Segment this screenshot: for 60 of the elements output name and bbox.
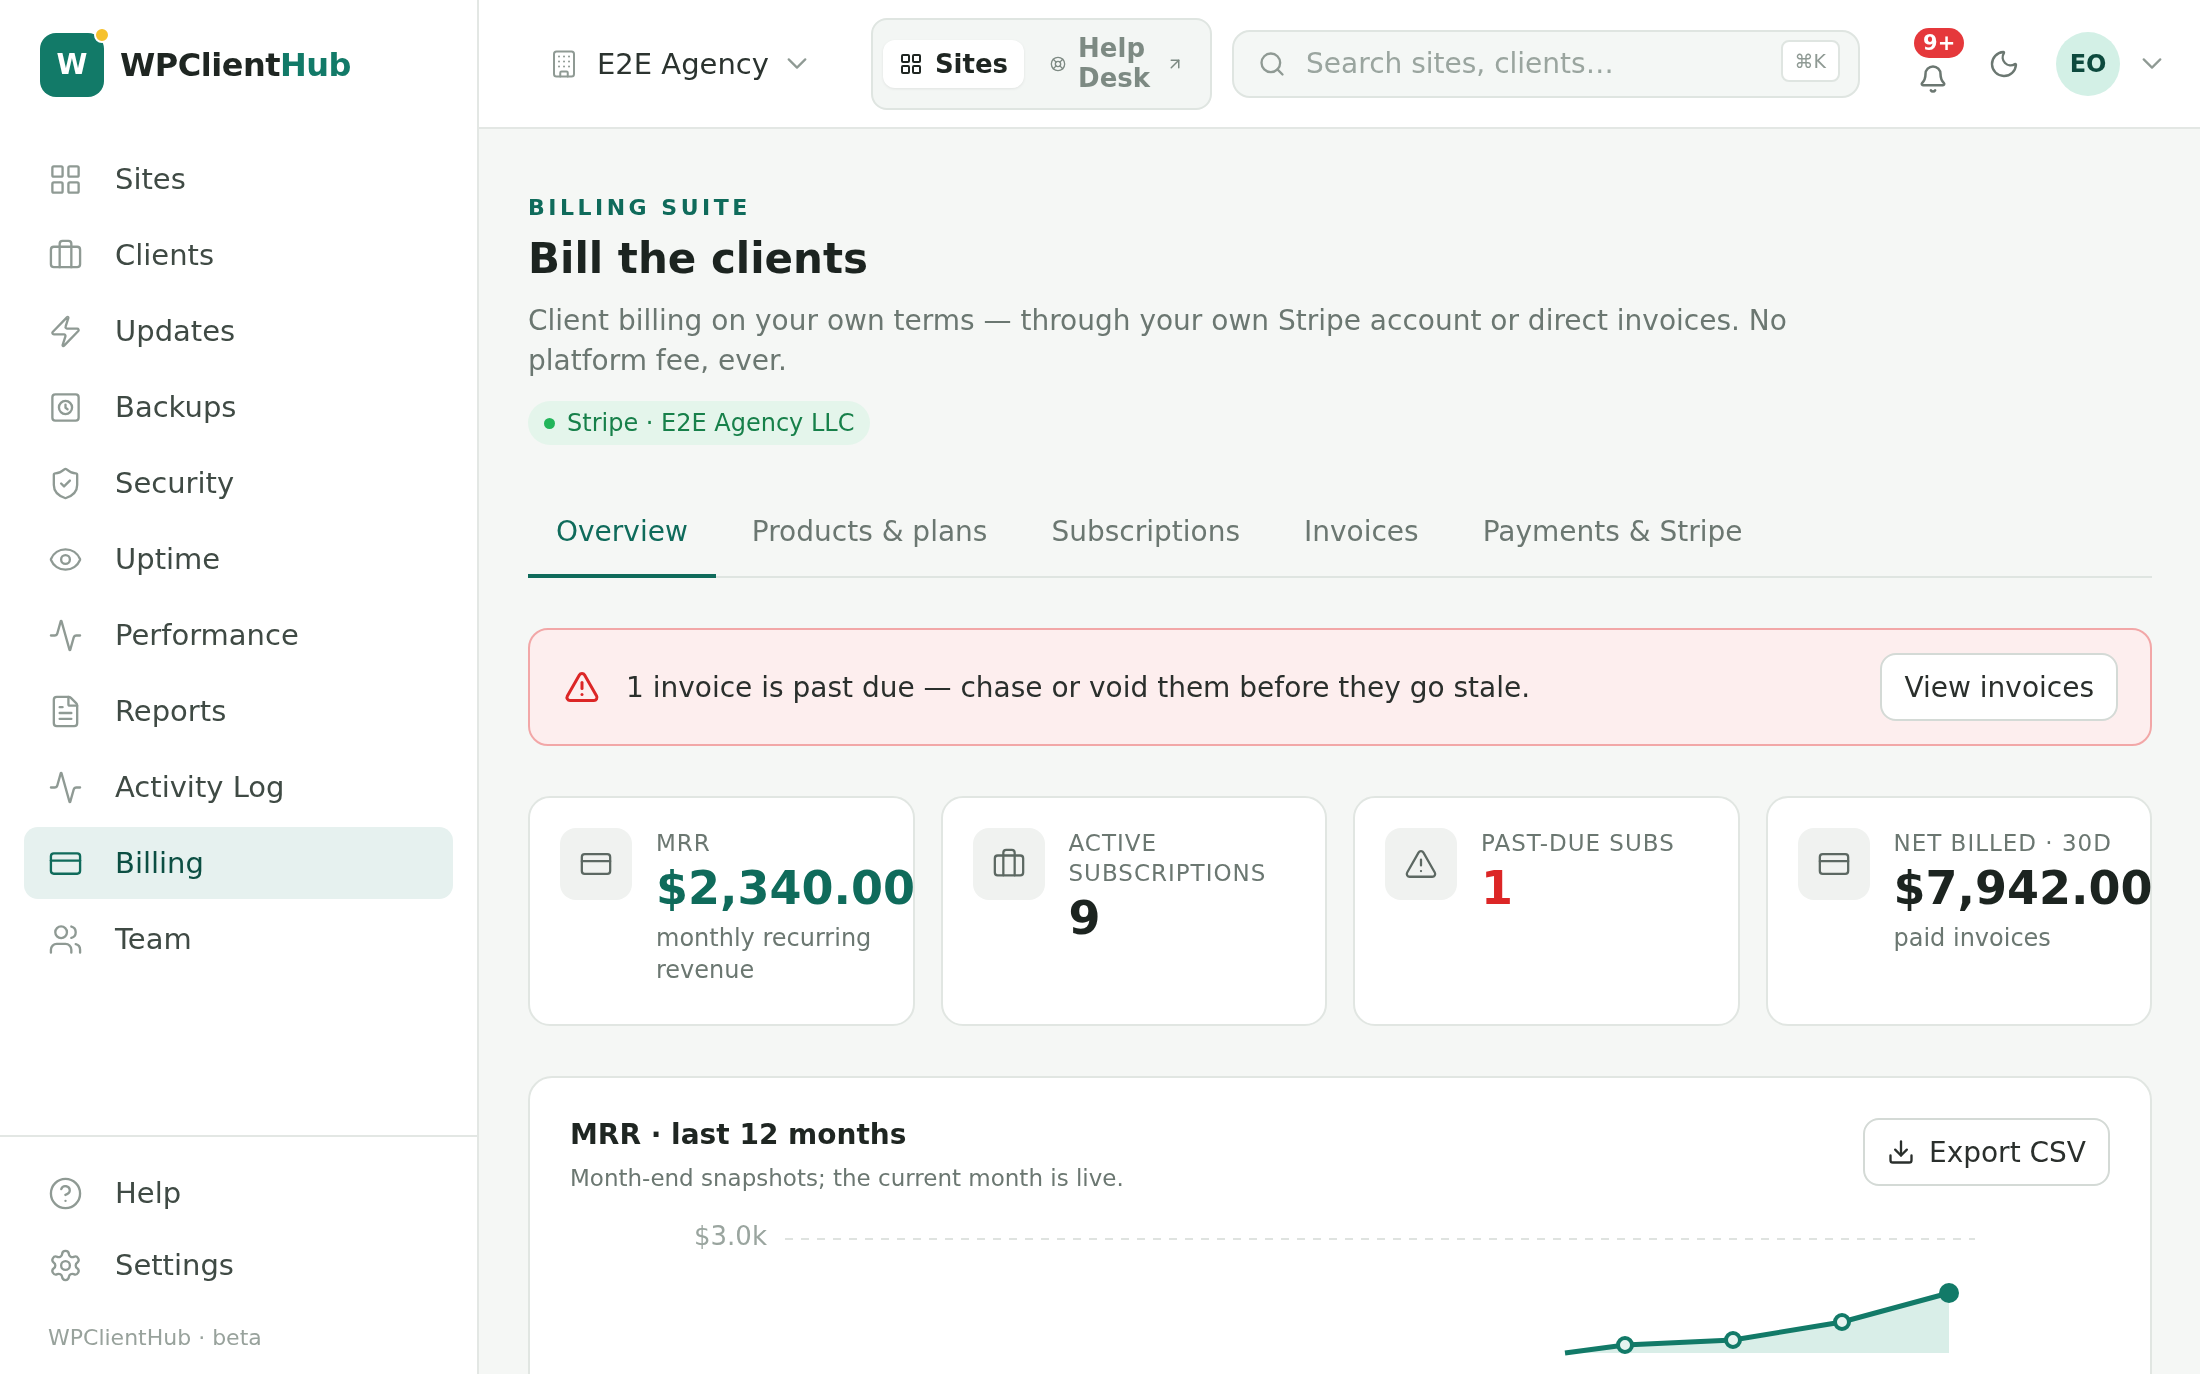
pulse-icon <box>48 617 83 653</box>
sidebar-item[interactable]: Activity Log <box>24 751 453 823</box>
stat-label: ACTIVE SUBSCRIPTIONS <box>1068 829 1268 888</box>
settings-icon <box>48 1247 83 1283</box>
warning-icon <box>1404 847 1438 881</box>
stat-label: PAST-DUE SUBS <box>1481 829 1675 858</box>
help-icon <box>48 1175 83 1211</box>
chart-subtitle: Month-end snapshots; the current month is live. <box>570 1165 1124 1191</box>
alert-message: 1 invoice is past due — chase or void them before they go stale. <box>626 670 1532 704</box>
tab[interactable]: Invoices <box>1276 515 1447 578</box>
status-pill: Stripe · E2E Agency LLC <box>528 401 871 445</box>
sidebar-item[interactable]: Team <box>24 903 453 975</box>
stat-note: paid invoices <box>1893 923 2052 954</box>
sidebar-item[interactable]: Uptime <box>24 523 453 595</box>
export-csv-button[interactable]: Export CSV <box>1862 1118 2110 1186</box>
brand-name: WPClientHub <box>120 45 351 84</box>
search-icon <box>1258 49 1287 78</box>
tab[interactable]: Overview <box>528 515 716 578</box>
chart-title: MRR · last 12 months <box>570 1118 908 1151</box>
chevron-icon <box>786 58 807 69</box>
sidebar-item[interactable]: Settings <box>24 1229 453 1301</box>
tab[interactable]: Subscriptions <box>1023 515 1268 578</box>
notification-dot <box>94 26 110 43</box>
stat-value: 9 <box>1068 890 1102 947</box>
stat-label: MRR <box>656 829 712 858</box>
lightning-icon <box>48 313 83 349</box>
user-avatar[interactable]: EO <box>2056 31 2121 96</box>
view-invoices-button[interactable]: View invoices <box>1880 653 2118 721</box>
version-note: WPClientHub · beta <box>47 1324 263 1350</box>
stat-value: 1 <box>1481 860 1514 917</box>
axis-label: $3.0k <box>694 1221 767 1251</box>
sidebar-item[interactable]: Backups <box>24 371 453 443</box>
stat-value: $7,942.00 <box>1893 860 2150 917</box>
sidebar-item[interactable]: Updates <box>24 295 453 367</box>
sidebar-item[interactable]: Performance <box>24 599 453 671</box>
switcher-tab[interactable]: Sites <box>882 39 1025 88</box>
stat-note: monthly recurring revenue <box>656 923 873 986</box>
lifebuoy-icon <box>1050 55 1067 72</box>
sidebar-item[interactable]: Clients <box>24 219 453 291</box>
warning-icon <box>564 669 600 705</box>
tab[interactable]: Payments & Stripe <box>1454 515 1771 578</box>
sidebar-item[interactable]: Sites <box>24 143 453 215</box>
notifications-button[interactable]: 9+ <box>1900 27 1967 100</box>
tab[interactable]: Products & plans <box>723 515 1016 578</box>
workspace-selector[interactable]: E2E Agency <box>549 46 821 81</box>
shortcut-hint: ⌘K <box>1780 39 1841 82</box>
section-eyebrow: BILLING SUITE <box>528 195 752 220</box>
stat-value: $2,340.00 <box>656 860 913 917</box>
stat-label: NET BILLED · 30D <box>1893 829 2113 858</box>
notification-count: 9+ <box>1914 27 1965 58</box>
page-description: Client billing on your own terms — through your own Stripe account or direct invoices. No platform fee, ever. <box>528 303 1788 379</box>
sidebar-item[interactable]: Security <box>24 447 453 519</box>
pulse-icon <box>48 769 83 805</box>
page-title: Bill the clients <box>528 234 870 283</box>
sidebar-item[interactable]: Reports <box>24 675 453 747</box>
sidebar-item[interactable]: Billing <box>24 827 453 899</box>
chevron-icon <box>2142 58 2163 69</box>
grid-icon <box>898 51 923 76</box>
download-icon <box>1886 1138 1915 1166</box>
sidebar-item[interactable]: Help <box>24 1157 453 1229</box>
